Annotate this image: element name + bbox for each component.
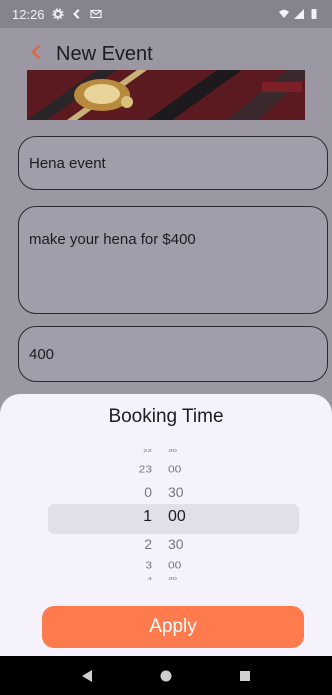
gear-icon — [51, 8, 64, 20]
picker-minute: 30 — [168, 484, 184, 500]
status-time: 12:26 — [12, 6, 45, 22]
time-picker[interactable]: 22 30 23 00 0 30 1 00 2 30 3 00 4 30 — [0, 440, 332, 590]
event-description-value: make your hena for $400 — [29, 231, 196, 248]
picker-row[interactable]: 0 30 — [0, 484, 332, 500]
recents-square-icon[interactable] — [233, 664, 257, 688]
status-left: 12:26 — [12, 7, 102, 22]
picker-hour: 4 — [147, 575, 152, 582]
picker-hour: 2 — [144, 536, 152, 552]
picker-minute: 00 — [168, 463, 182, 475]
picker-row[interactable]: 22 30 — [0, 448, 332, 453]
status-bar: 12:26 — [0, 0, 332, 28]
picker-hour: 0 — [144, 484, 152, 500]
event-price-field[interactable]: 400 — [18, 326, 328, 382]
page-title: New Event — [56, 42, 153, 65]
picker-hour: 22 — [143, 447, 152, 454]
battery-icon — [308, 8, 320, 20]
signal-icon — [293, 8, 305, 20]
picker-minute: 00 — [168, 508, 186, 525]
picker-minute: 30 — [168, 536, 184, 552]
picker-hour: 23 — [138, 463, 152, 475]
system-nav-bar — [0, 656, 332, 695]
back-triangle-icon[interactable] — [75, 664, 99, 688]
wifi-icon — [278, 8, 290, 20]
event-price-value: 400 — [29, 345, 55, 363]
picker-hour: 3 — [145, 559, 152, 571]
picker-row[interactable]: 4 30 — [0, 576, 332, 581]
picker-row[interactable]: 3 00 — [0, 559, 332, 571]
status-right — [278, 8, 320, 20]
event-description-field[interactable]: make your hena for $400 — [18, 206, 328, 314]
picker-minute: 00 — [168, 559, 182, 571]
picker-minute: 30 — [168, 575, 177, 582]
booking-time-sheet: Booking Time 22 30 23 00 0 30 1 00 2 3 0 … — [0, 394, 332, 656]
mail-icon — [89, 8, 102, 20]
event-name-value: Hena event — [29, 154, 106, 172]
picker-row[interactable]: 23 00 — [0, 463, 332, 475]
flutter-icon — [71, 8, 83, 20]
home-circle-icon[interactable] — [154, 664, 178, 688]
picker-hour: 1 — [143, 508, 152, 525]
event-name-field[interactable]: Hena event — [18, 136, 328, 190]
chevron-left-icon — [29, 44, 43, 65]
picker-row[interactable]: 2 30 — [0, 536, 332, 552]
picker-row-selected[interactable]: 1 00 — [0, 508, 332, 526]
picker-minute: 30 — [168, 447, 177, 454]
sheet-title: Booking Time — [108, 406, 224, 427]
apply-button[interactable]: Apply — [42, 606, 304, 648]
event-banner-image — [27, 70, 305, 120]
